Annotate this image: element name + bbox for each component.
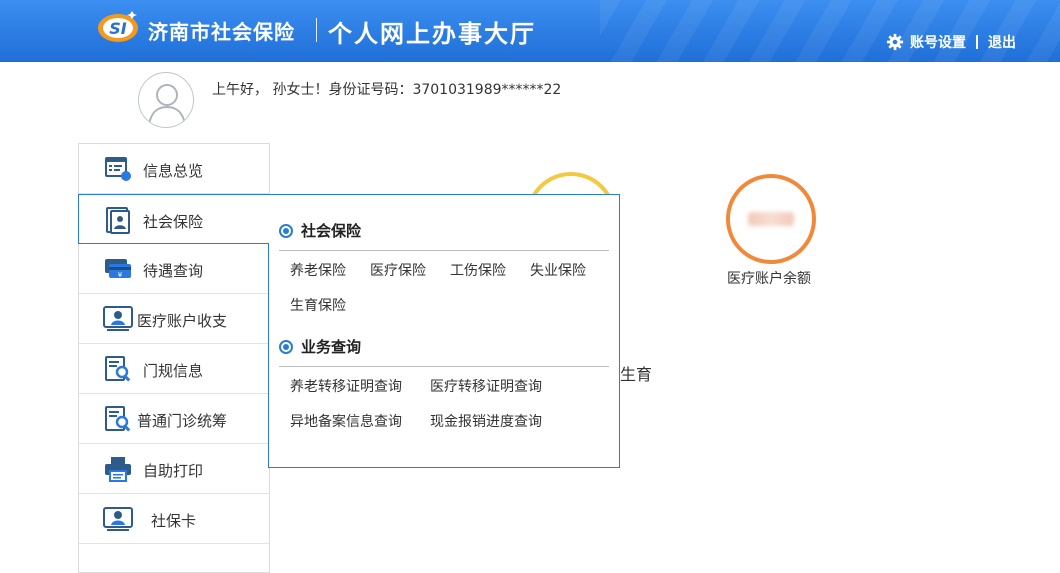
submenu-section-business-query: 业务查询 xyxy=(279,336,361,357)
sidebar-item-benefit-query[interactable]: ¥ 待遇查询 xyxy=(79,244,269,294)
account-settings-link[interactable]: 账号设置 xyxy=(910,32,966,52)
sidebar-item-social-card[interactable]: 社保卡 xyxy=(79,494,269,544)
link-remote-filing-query[interactable]: 异地备案信息查询 xyxy=(290,411,402,431)
sidebar-item-label: 门规信息 xyxy=(143,362,204,380)
medical-account-icon xyxy=(103,306,133,331)
link-medical-insurance[interactable]: 医疗保险 xyxy=(370,260,426,280)
sidebar-item-label: 社保卡 xyxy=(151,512,197,530)
gear-icon[interactable] xyxy=(886,33,904,51)
radio-bullet-icon xyxy=(279,223,293,238)
sidebar-item-self-print[interactable]: 自助打印 xyxy=(79,444,269,494)
brand-city-title: 济南市社会保险 xyxy=(148,20,295,44)
sidebar-item-general-clinic[interactable]: 普通门诊统筹 xyxy=(79,394,269,444)
header-divider xyxy=(976,35,978,49)
submenu-section-title: 业务查询 xyxy=(301,338,362,356)
svg-text:¥: ¥ xyxy=(118,271,123,279)
section-divider xyxy=(279,366,609,367)
submenu-section-title: 社会保险 xyxy=(301,222,362,240)
submenu-section-social-insurance: 社会保险 xyxy=(279,220,361,241)
medical-balance-label: 医疗账户余额 xyxy=(727,271,811,287)
svg-text:SI: SI xyxy=(109,19,127,38)
user-avatar-icon xyxy=(148,84,186,126)
social-insurance-icon xyxy=(106,207,130,234)
sidebar-item-overview[interactable]: 信息总览 xyxy=(79,144,269,194)
clinic-search-icon xyxy=(105,406,131,432)
link-medical-transfer-query[interactable]: 医疗转移证明查询 xyxy=(430,376,542,396)
brand-divider xyxy=(316,18,317,42)
overview-icon xyxy=(105,157,131,181)
benefit-card-icon: ¥ xyxy=(105,259,131,279)
sidebar-item-social-insurance[interactable]: 社会保险 xyxy=(78,194,269,244)
avatar[interactable] xyxy=(138,72,194,128)
social-insurance-logo-icon: SI xyxy=(98,11,138,42)
sidebar-item-outpatient-info[interactable]: 门规信息 xyxy=(79,344,269,394)
radio-bullet-icon xyxy=(279,339,293,354)
link-pension-insurance[interactable]: 养老保险 xyxy=(290,260,346,280)
link-maternity-insurance[interactable]: 生育保险 xyxy=(290,295,346,315)
background-card-label: 生育 xyxy=(620,365,653,384)
sidebar-item-label: 社会保险 xyxy=(143,213,204,231)
printer-icon xyxy=(105,457,131,482)
medical-balance-value-blurred xyxy=(748,212,794,226)
sidebar-item-label: 信息总览 xyxy=(143,162,204,180)
section-divider xyxy=(279,250,609,251)
sidebar-item-label: 自助打印 xyxy=(143,462,204,480)
sidebar-item-label: 待遇查询 xyxy=(143,262,204,280)
top-header: SI 济南市社会保险 个人网上办事大厅 账号设置 退出 xyxy=(0,0,1060,62)
link-cash-reimbursement-query[interactable]: 现金报销进度查询 xyxy=(430,411,542,431)
sidebar-nav: 信息总览 社会保险 ¥ 待遇查询 医疗账户收支 门规信息 普通门诊统筹 自助打印… xyxy=(78,143,270,573)
brand-hall-title: 个人网上办事大厅 xyxy=(328,20,536,48)
greeting-text: 上午好， 孙女士！身份证号码：3701031989******22 xyxy=(212,82,562,98)
header-actions: 账号设置 退出 xyxy=(886,32,1016,52)
logout-link[interactable]: 退出 xyxy=(988,32,1016,52)
social-insurance-submenu: 社会保险 养老保险 医疗保险 工伤保险 失业保险 生育保险 业务查询 养老转移证… xyxy=(268,194,620,468)
link-injury-insurance[interactable]: 工伤保险 xyxy=(450,260,506,280)
link-unemployment-insurance[interactable]: 失业保险 xyxy=(530,260,586,280)
outpatient-search-icon xyxy=(105,356,131,382)
link-pension-transfer-query[interactable]: 养老转移证明查询 xyxy=(290,376,402,396)
sidebar-item-label: 普通门诊统筹 xyxy=(137,412,228,430)
sidebar-item-label: 医疗账户收支 xyxy=(137,312,228,330)
id-card-icon xyxy=(103,507,133,531)
sidebar-item-medical-account[interactable]: 医疗账户收支 xyxy=(79,294,269,344)
